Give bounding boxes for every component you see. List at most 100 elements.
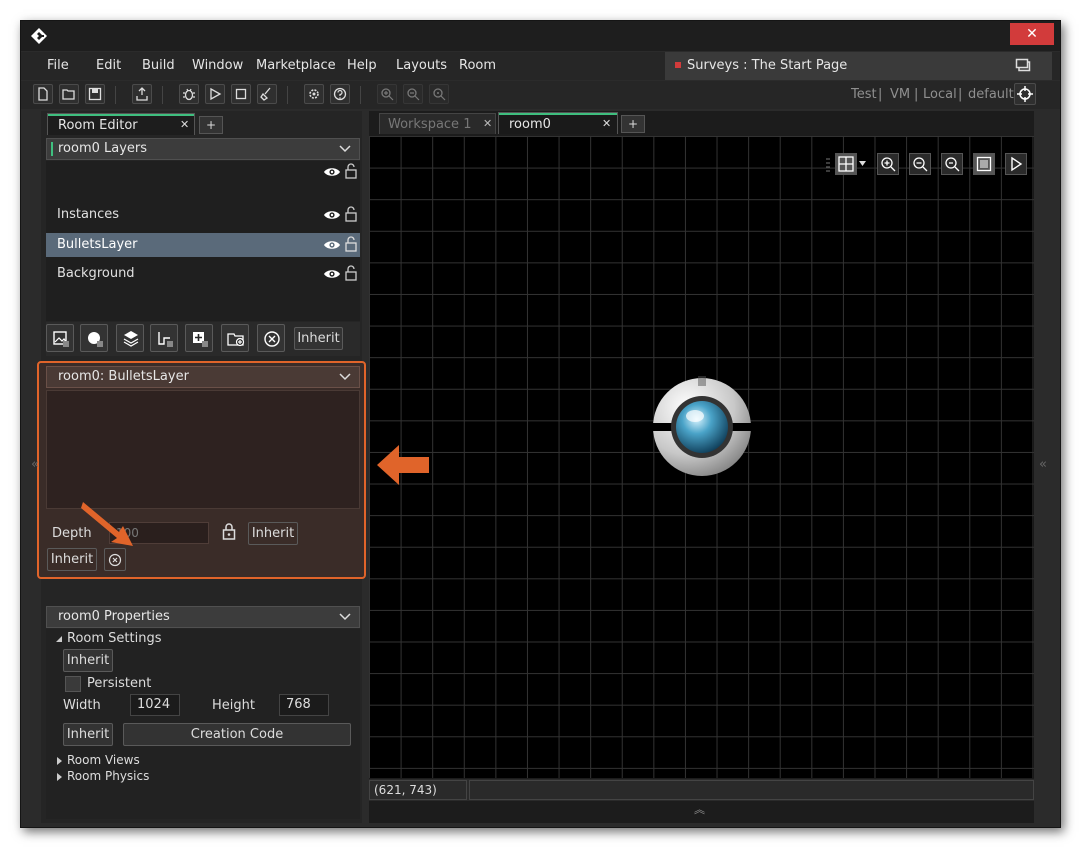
- zoom-in-button[interactable]: [377, 84, 397, 104]
- debug-button[interactable]: [179, 84, 199, 104]
- target-test[interactable]: Test: [851, 87, 877, 102]
- room-settings-inherit-button[interactable]: Inherit: [63, 649, 113, 672]
- chat-window-icon[interactable]: [1015, 58, 1031, 73]
- chevron-down-icon[interactable]: [339, 145, 351, 153]
- add-folder-button[interactable]: [221, 324, 249, 352]
- target-vm[interactable]: VM: [890, 87, 910, 102]
- layer-properties-header[interactable]: room0: BulletsLayer: [46, 366, 360, 388]
- persistent-checkbox[interactable]: [65, 676, 81, 692]
- room-settings-label[interactable]: Room Settings: [67, 631, 161, 646]
- unlock-icon[interactable]: [345, 163, 357, 179]
- menu-help[interactable]: Help: [347, 58, 377, 73]
- news-feed-bar[interactable]: Surveys : The Start Page: [665, 52, 1052, 80]
- layer-properties-title: room0: BulletsLayer: [58, 369, 189, 384]
- menu-edit[interactable]: Edit: [96, 58, 121, 73]
- layers-header-title: room0 Layers: [58, 141, 148, 156]
- help-button[interactable]: [330, 84, 350, 104]
- unlock-icon[interactable]: [345, 236, 357, 252]
- menu-room[interactable]: Room: [459, 58, 496, 73]
- room-physics-label[interactable]: Room Physics: [67, 769, 149, 783]
- add-instance-layer-button[interactable]: [80, 324, 108, 352]
- canvas-zoom-out-button[interactable]: [909, 153, 931, 175]
- layer-name: Background: [57, 266, 135, 281]
- tab-close-icon[interactable]: ✕: [180, 118, 189, 131]
- delete-layer-button[interactable]: [257, 324, 285, 352]
- tab-room-editor[interactable]: Room Editor ✕: [47, 113, 195, 135]
- chevron-down-icon[interactable]: [339, 373, 351, 381]
- canvas-fit-button[interactable]: [973, 153, 995, 175]
- save-project-button[interactable]: [85, 84, 105, 104]
- tab-room-editor-label: Room Editor: [58, 118, 138, 133]
- export-button[interactable]: [132, 84, 152, 104]
- room-properties-header[interactable]: room0 Properties: [46, 606, 360, 628]
- add-background-layer-button[interactable]: [46, 324, 74, 352]
- clear-inherit-button[interactable]: [104, 548, 126, 571]
- eye-icon[interactable]: [323, 209, 341, 221]
- sprite-instance-icon[interactable]: [651, 376, 753, 478]
- chevron-down-icon[interactable]: [339, 613, 351, 621]
- grid-toggle-button[interactable]: [835, 153, 857, 175]
- unlock-icon[interactable]: [345, 265, 357, 281]
- clean-button[interactable]: [257, 84, 277, 104]
- width-label: Width: [63, 698, 101, 713]
- layers-header[interactable]: room0 Layers: [46, 138, 360, 160]
- target-manager-button[interactable]: [1014, 83, 1036, 105]
- room-canvas[interactable]: [369, 136, 1034, 778]
- canvas-play-button[interactable]: [1005, 153, 1027, 175]
- expand-triangle-icon[interactable]: [55, 773, 63, 781]
- unlock-icon[interactable]: [345, 206, 357, 222]
- tab-close-icon[interactable]: ✕: [602, 117, 611, 130]
- stop-button[interactable]: [231, 84, 251, 104]
- dropdown-arrow-icon[interactable]: [859, 161, 866, 166]
- settings-button[interactable]: [304, 84, 324, 104]
- creation-code-button[interactable]: Creation Code: [123, 723, 351, 746]
- depth-inherit-button[interactable]: Inherit: [248, 522, 298, 545]
- add-path-layer-button[interactable]: [150, 324, 178, 352]
- canvas-toolbar: [825, 153, 1035, 177]
- eye-icon[interactable]: [323, 239, 341, 251]
- expand-triangle-icon[interactable]: [55, 757, 63, 765]
- menu-marketplace[interactable]: Marketplace: [256, 58, 336, 73]
- zoom-reset-button[interactable]: [429, 84, 449, 104]
- room-views-label[interactable]: Room Views: [67, 753, 140, 767]
- add-tab-button[interactable]: +: [199, 116, 223, 134]
- run-button[interactable]: [205, 84, 225, 104]
- open-project-button[interactable]: [59, 84, 79, 104]
- layer-row-bulletslayer[interactable]: BulletsLayer: [46, 233, 360, 257]
- creation-code-inherit-button[interactable]: Inherit: [63, 723, 113, 746]
- menu-window[interactable]: Window: [192, 58, 243, 73]
- news-feed-title[interactable]: Surveys : The Start Page: [687, 58, 847, 73]
- fit-view-icon: [976, 156, 992, 172]
- canvas-zoom-reset-button[interactable]: [941, 153, 963, 175]
- target-local[interactable]: Local: [923, 87, 957, 102]
- eye-icon[interactable]: [323, 268, 341, 280]
- tab-workspace-1[interactable]: Workspace 1 ✕: [379, 113, 496, 134]
- new-project-button[interactable]: [33, 84, 53, 104]
- add-workspace-tab-button[interactable]: +: [621, 115, 645, 133]
- eye-icon[interactable]: [323, 166, 341, 178]
- expand-triangle-icon[interactable]: [55, 635, 63, 643]
- left-panel-collapse-icon[interactable]: «: [31, 457, 39, 472]
- window-close-button[interactable]: ✕: [1010, 23, 1054, 45]
- canvas-zoom-in-button[interactable]: [877, 153, 899, 175]
- add-tile-layer-button[interactable]: [116, 324, 144, 352]
- tab-close-icon[interactable]: ✕: [483, 117, 492, 130]
- tab-room0[interactable]: room0 ✕: [498, 112, 618, 134]
- menu-build[interactable]: Build: [142, 58, 175, 73]
- add-asset-layer-button[interactable]: [185, 324, 213, 352]
- layer-row-instances[interactable]: Instances: [46, 203, 360, 227]
- lock-icon[interactable]: [222, 522, 236, 540]
- layer-row-background[interactable]: Background: [46, 262, 360, 286]
- width-input[interactable]: 1024: [130, 694, 180, 716]
- expand-output-icon[interactable]: ︽: [694, 801, 705, 817]
- toolbar-separator: [360, 86, 361, 104]
- menu-layouts[interactable]: Layouts: [396, 58, 447, 73]
- target-default[interactable]: default: [968, 87, 1014, 102]
- zoom-out-button[interactable]: [403, 84, 423, 104]
- coords-box: (621, 743): [369, 780, 467, 800]
- height-input[interactable]: 768: [279, 694, 329, 716]
- inherit-layers-button[interactable]: Inherit: [294, 327, 343, 350]
- right-panel-collapse-icon[interactable]: «: [1039, 457, 1047, 472]
- menu-file[interactable]: File: [47, 58, 69, 73]
- layer-inherit-button[interactable]: Inherit: [47, 548, 97, 571]
